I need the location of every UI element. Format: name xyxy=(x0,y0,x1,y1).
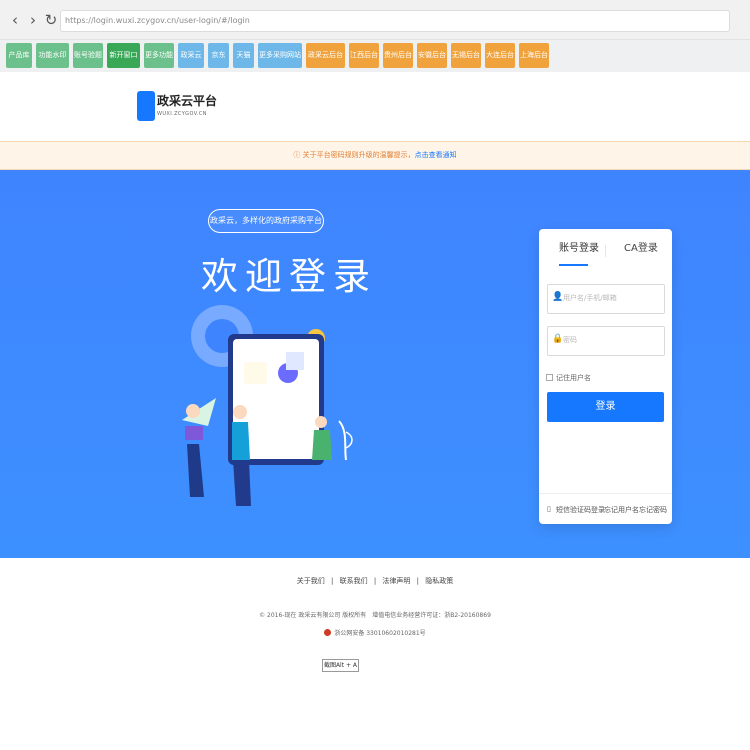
info-icon: ⓘ xyxy=(293,151,301,159)
bookmark-10[interactable]: 江西后台 xyxy=(349,43,379,68)
forgot-password-link[interactable]: 忘记密码 xyxy=(639,505,667,515)
brand-title: 政采云平台 xyxy=(157,94,218,108)
footer-link-about[interactable]: 关于我们 xyxy=(297,577,325,585)
bookmark-14[interactable]: 大连后台 xyxy=(485,43,515,68)
password-placeholder: 密码 xyxy=(563,336,577,344)
footer-link-contact[interactable]: 联系我们 xyxy=(340,577,368,585)
browser-toolbar: ‹ › ↻ https://login.wuxi.zcygov.cn/user-… xyxy=(0,0,750,40)
bookmark-12[interactable]: 安徽后台 xyxy=(417,43,447,68)
tab-account-login[interactable]: 账号登录 xyxy=(559,239,599,254)
notice-bar: ⓘ 关于平台密码规则升级的温馨提示，点击查看通知 xyxy=(0,141,750,170)
address-bar[interactable]: https://login.wuxi.zcygov.cn/user-login/… xyxy=(60,10,730,32)
sms-login-link[interactable]: 短信验证码登录 xyxy=(556,505,605,515)
brand-logo-icon xyxy=(137,91,155,121)
tab-divider xyxy=(605,245,606,257)
username-placeholder: 用户名/手机/邮箱 xyxy=(563,294,617,302)
notice-link[interactable]: 点击查看通知 xyxy=(415,151,457,159)
bookmark-3[interactable]: 新开窗口 xyxy=(107,43,140,68)
bookmark-15[interactable]: 上海后台 xyxy=(519,43,549,68)
password-field[interactable]: 🔒 密码 xyxy=(547,326,665,356)
police-record: 浙公网安备 33010602010281号 xyxy=(0,628,750,637)
bookmark-0[interactable]: 产品库 xyxy=(6,43,32,68)
police-badge-icon xyxy=(324,629,332,636)
bookmark-13[interactable]: 无锡后台 xyxy=(451,43,481,68)
screenshot-hint: 截图Alt + A xyxy=(322,659,359,672)
bookmark-4[interactable]: 更多功能 xyxy=(144,43,174,68)
notice-text: 关于平台密码规则升级的温馨提示， xyxy=(302,151,415,159)
hero-tagline: 政采云，多样化的政府采购平台 xyxy=(208,209,324,233)
user-icon: 👤 xyxy=(552,292,564,302)
hero-illustration xyxy=(182,305,353,506)
bookmark-6[interactable]: 京东 xyxy=(208,43,229,68)
forgot-username-link[interactable]: 忘记用户名 xyxy=(604,505,639,515)
bookmark-1[interactable]: 功能水印 xyxy=(36,43,69,68)
copyright-text: © 2016-现在 政采云有限公司 版权所有 增值电信业务经营许可证：浙B2-2… xyxy=(259,612,491,619)
reload-icon[interactable]: ↻ xyxy=(42,9,60,31)
username-field[interactable]: 👤 用户名/手机/邮箱 xyxy=(547,284,665,314)
welcome-heading: 欢迎登录 xyxy=(201,255,377,298)
bookmark-7[interactable]: 天猫 xyxy=(233,43,254,68)
bookmark-5[interactable]: 政采云 xyxy=(178,43,204,68)
login-button[interactable]: 登录 xyxy=(547,392,664,422)
brand-subtitle: WUXI.ZCYGOV.CN xyxy=(157,111,207,117)
forward-icon[interactable]: › xyxy=(24,9,42,31)
footer-link-privacy[interactable]: 隐私政策 xyxy=(425,577,453,585)
phone-icon: ▯ xyxy=(547,505,551,513)
checkbox-icon xyxy=(546,374,553,381)
remember-label: 记住用户名 xyxy=(556,374,591,382)
remember-username-checkbox[interactable]: 记住用户名 xyxy=(546,373,591,383)
footer-link-legal[interactable]: 法律声明 xyxy=(382,577,410,585)
footer-links: 关于我们 | 联系我们 | 法律声明 | 隐私政策 xyxy=(296,577,454,585)
lock-icon: 🔒 xyxy=(552,334,564,344)
login-card-footer: ▯ 短信验证码登录 忘记用户名 忘记密码 xyxy=(539,493,672,524)
back-icon[interactable]: ‹ xyxy=(6,9,24,31)
bookmark-8[interactable]: 更多采购网站 xyxy=(258,43,302,68)
active-tab-indicator xyxy=(559,264,588,266)
bookmark-11[interactable]: 贵州后台 xyxy=(383,43,413,68)
hero-banner: 政采云，多样化的政府采购平台 欢迎登录 截图Alt + A 账号登录 CA登录 … xyxy=(0,170,750,672)
bookmark-2[interactable]: 账号验题 xyxy=(73,43,103,68)
police-record-text: 浙公网安备 33010602010281号 xyxy=(334,630,426,637)
login-card: 账号登录 CA登录 👤 用户名/手机/邮箱 🔒 密码 记住用户名 登录 ▯ 短信… xyxy=(539,229,672,524)
bookmark-9[interactable]: 政采云后台 xyxy=(306,43,345,68)
bookmark-bar: 产品库 功能水印 账号验题 新开窗口 更多功能 政采云 京东 天猫 更多采购网站 政采云后台 江西后… xyxy=(0,40,750,72)
tab-ca-login[interactable]: CA登录 xyxy=(624,239,658,254)
